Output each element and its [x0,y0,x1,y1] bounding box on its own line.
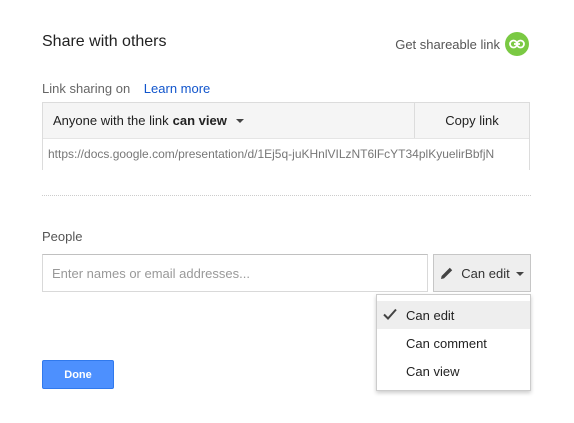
menu-item-label: Can edit [406,307,455,323]
get-shareable-link-button[interactable]: Get shareable link [395,32,529,56]
link-icon [505,32,529,56]
menu-item-can-view[interactable]: Can view [377,357,530,385]
permission-dropdown-button[interactable]: Can edit [433,254,531,292]
checkmark-icon [383,308,397,320]
get-shareable-link-label: Get shareable link [395,36,500,52]
learn-more-link[interactable]: Learn more [144,81,210,96]
share-url-field[interactable]: https://docs.google.com/presentation/d/1… [43,139,529,170]
menu-item-label: Can view [406,363,460,379]
menu-item-label: Can comment [406,335,487,351]
done-button[interactable]: Done [42,360,114,389]
chevron-down-icon [515,271,524,276]
share-dialog: Share with others Get shareable link Lin… [0,0,574,423]
pencil-icon [440,266,454,280]
link-sharing-box: Anyone with the link can view Copy link … [42,102,530,170]
chevron-down-icon [235,119,244,123]
permission-label: Can edit [461,265,510,281]
access-row: Anyone with the link can view Copy link [43,103,529,139]
access-level: can view [172,113,227,128]
access-prefix: Anyone with the link [53,113,169,128]
dialog-title: Share with others [42,33,167,50]
link-sharing-status: Link sharing on Learn more [42,81,210,96]
copy-link-button[interactable]: Copy link [414,103,529,138]
menu-item-can-edit[interactable]: Can edit [377,301,530,329]
link-sharing-label: Link sharing on [42,81,131,96]
permission-menu: Can edit Can comment Can view [376,294,531,391]
people-label: People [42,229,83,244]
link-access-dropdown[interactable]: Anyone with the link can view [43,103,414,138]
section-divider [42,195,531,196]
people-input[interactable] [42,254,428,292]
menu-item-can-comment[interactable]: Can comment [377,329,530,357]
